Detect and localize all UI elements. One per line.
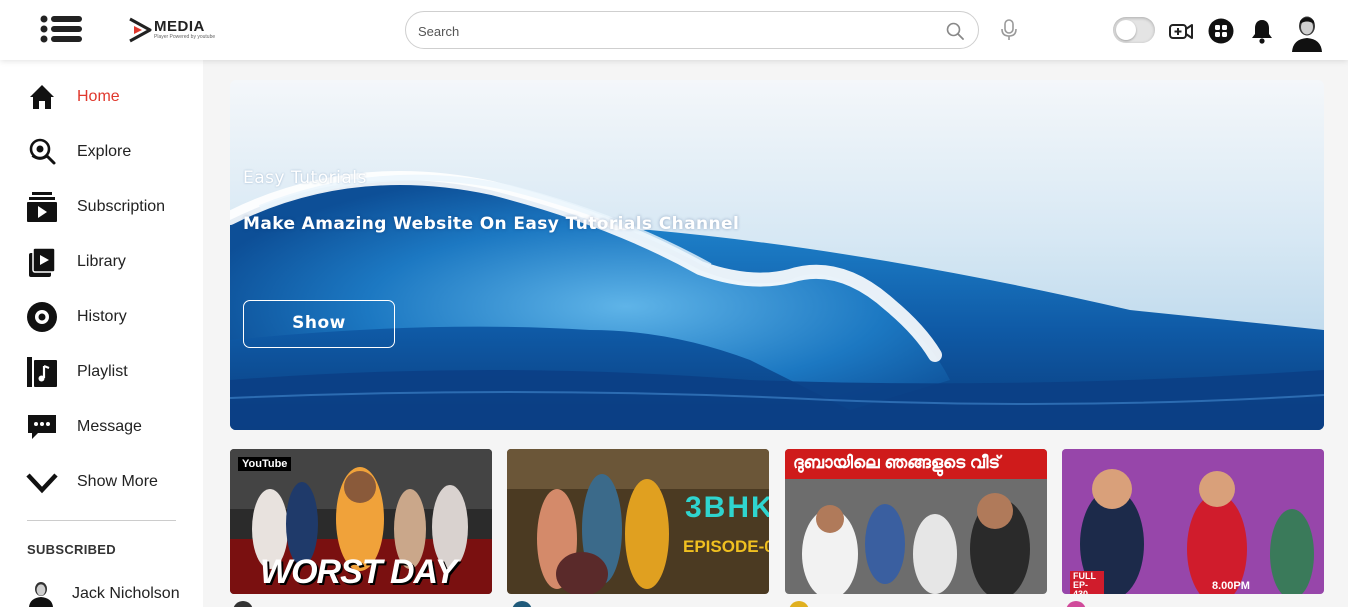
- banner-show-button[interactable]: Show: [243, 300, 395, 348]
- sidebar-item-label: Library: [77, 253, 126, 270]
- chevron-down-icon: [26, 473, 58, 494]
- menu-icon[interactable]: [40, 15, 84, 43]
- search-icon[interactable]: [946, 22, 964, 40]
- thumbnail-badge: FULL EP-430: [1070, 571, 1104, 594]
- channel-name: Jack Nicholson: [72, 585, 180, 602]
- subscribed-heading: SUBSCRIBED: [27, 542, 116, 557]
- thumbnail-subcaption: EPISODE-01: [683, 537, 769, 556]
- sidebar: Home Explore Subscription Library Histor…: [0, 60, 203, 607]
- logo[interactable]: MEDIA Player Powered by youtube: [128, 16, 238, 44]
- sidebar-item-label: Explore: [77, 143, 132, 160]
- sidebar-item-label: Message: [77, 418, 142, 435]
- sidebar-item-label: Show More: [77, 473, 158, 490]
- video-thumbnail[interactable]: ദുബായിലെ ഞങ്ങളുടെ വീട്: [785, 449, 1047, 594]
- video-thumbnail[interactable]: 3BHK EPISODE-01: [507, 449, 769, 594]
- channel-avatar[interactable]: [233, 601, 253, 607]
- apps-icon[interactable]: [1208, 18, 1234, 44]
- home-icon: [30, 85, 54, 109]
- sidebar-item-label: Playlist: [77, 363, 128, 380]
- sidebar-item-subscription[interactable]: Subscription: [0, 187, 203, 227]
- sidebar-item-explore[interactable]: Explore: [0, 132, 203, 172]
- channel-avatar: [28, 579, 54, 607]
- hero-banner: Easy Tutorials Make Amazing Website On E…: [230, 80, 1324, 430]
- ocean-wave-image: [230, 80, 1324, 430]
- sidebar-item-label: History: [77, 308, 127, 325]
- explore-icon: [29, 138, 56, 165]
- thumbnail-caption: ദുബായിലെ ഞങ്ങളുടെ വീട്: [793, 453, 1001, 472]
- sidebar-item-home[interactable]: Home: [0, 77, 203, 117]
- upload-video-icon[interactable]: [1168, 18, 1194, 44]
- subscription-channel-item[interactable]: Jack Nicholson: [22, 576, 203, 607]
- history-icon: [27, 302, 57, 332]
- subscription-icon: [27, 192, 57, 222]
- sidebar-item-history[interactable]: History: [0, 297, 203, 337]
- search-input[interactable]: [418, 20, 938, 42]
- sidebar-divider: [27, 520, 176, 521]
- top-bar: MEDIA Player Powered by youtube: [0, 0, 1348, 60]
- banner-title: Make Amazing Website On Easy Tutorials C…: [243, 214, 740, 234]
- message-icon: [28, 415, 56, 439]
- video-thumbnail[interactable]: FULL EP-430 8.00PM: [1062, 449, 1324, 594]
- sidebar-item-label: Subscription: [77, 198, 166, 215]
- sidebar-item-label: Home: [77, 88, 120, 105]
- bell-icon[interactable]: [1249, 18, 1275, 44]
- thumbnail-caption: 8.00PM: [1212, 580, 1250, 592]
- channel-avatar[interactable]: [789, 601, 809, 607]
- video-thumbnail[interactable]: YouTube WORST DAY: [230, 449, 492, 594]
- thumbnail-caption: 3BHK: [685, 491, 769, 524]
- logo-title: MEDIA: [154, 18, 205, 35]
- avatar[interactable]: [1290, 12, 1324, 52]
- banner-kicker: Easy Tutorials: [243, 168, 367, 188]
- playlist-icon: [27, 357, 57, 387]
- toggle-knob: [1116, 20, 1136, 40]
- channel-avatar[interactable]: [512, 601, 532, 607]
- sidebar-item-message[interactable]: Message: [0, 407, 203, 447]
- microphone-icon[interactable]: [1000, 19, 1018, 41]
- library-icon: [29, 247, 56, 277]
- theme-toggle[interactable]: [1113, 17, 1155, 43]
- search-bar: [405, 11, 979, 49]
- sidebar-item-show-more[interactable]: Show More: [0, 462, 203, 502]
- logo-subtitle: Player Powered by youtube: [154, 34, 216, 40]
- sidebar-item-library[interactable]: Library: [0, 242, 203, 282]
- thumbnail-badge: YouTube: [238, 457, 292, 471]
- logo-play-icon: [129, 17, 152, 43]
- thumbnail-caption: WORST DAY: [260, 553, 457, 591]
- sidebar-item-playlist[interactable]: Playlist: [0, 352, 203, 392]
- channel-avatar[interactable]: [1066, 601, 1086, 607]
